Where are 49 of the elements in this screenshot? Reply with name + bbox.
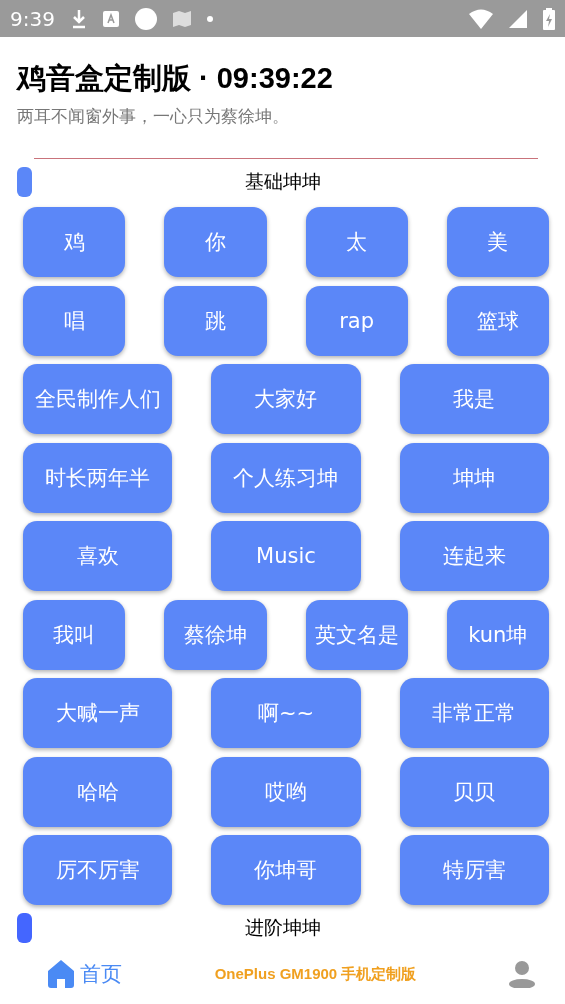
device-label: OnePlus GM1900 手机定制版 (213, 964, 418, 984)
home-icon (48, 960, 74, 988)
sound-button[interactable]: 个人练习坤 (211, 442, 361, 513)
sound-button[interactable]: 大喊一声 (23, 678, 173, 748)
sound-button[interactable]: Music (211, 521, 361, 591)
clock-text: · 09:39:22 (199, 62, 333, 95)
circle-icon (134, 7, 157, 30)
sound-button[interactable]: 哈哈 (23, 756, 173, 827)
sound-button[interactable]: 篮球 (446, 285, 549, 356)
person-icon (509, 960, 535, 988)
sound-button[interactable]: 鸡 (23, 207, 126, 277)
section-title: 进阶坤坤 (244, 915, 321, 940)
subtitle: 两耳不闻窗外事，一心只为蔡徐坤。 (17, 105, 290, 128)
app-title: 鸡音盒定制版 (17, 60, 191, 97)
sound-button[interactable]: 啊~~ (211, 678, 361, 748)
sound-button[interactable]: 太 (305, 207, 408, 277)
map-icon (172, 9, 191, 28)
download-icon (70, 8, 87, 29)
sound-button[interactable]: 喜欢 (23, 521, 173, 591)
sound-button[interactable]: 厉不厉害 (23, 835, 173, 905)
sound-button[interactable]: 唱 (23, 285, 126, 356)
sound-button[interactable]: 蔡徐坤 (164, 599, 267, 670)
dot-icon (206, 15, 213, 22)
sound-button[interactable]: 坤坤 (399, 442, 549, 513)
wifi-icon (469, 8, 493, 29)
home-tab[interactable]: 首页 (48, 960, 122, 988)
sound-button[interactable]: 时长两年半 (23, 442, 173, 513)
sound-button[interactable]: 贝贝 (399, 756, 549, 827)
sound-button[interactable]: 我是 (399, 364, 549, 434)
sound-button[interactable]: 我叫 (23, 599, 126, 670)
sound-button[interactable]: 大家好 (211, 364, 361, 434)
sound-button[interactable]: 英文名是 (305, 599, 408, 670)
profile-tab[interactable] (509, 960, 535, 988)
sound-button[interactable]: 连起来 (399, 521, 549, 591)
sound-button[interactable]: rap (305, 285, 408, 356)
sound-button[interactable]: 美 (446, 207, 549, 277)
sound-button[interactable]: 全民制作人们 (23, 364, 173, 434)
sound-button[interactable]: 你坤哥 (211, 835, 361, 905)
sound-button[interactable]: kun坤 (446, 599, 549, 670)
sound-button[interactable]: 你 (164, 207, 267, 277)
keyboard-icon (102, 10, 119, 27)
sound-button[interactable]: 特厉害 (399, 835, 549, 905)
section-title: 基础坤坤 (244, 169, 321, 194)
sound-button[interactable]: 哎哟 (211, 756, 361, 827)
status-time: 9:39 (10, 6, 55, 31)
battery-icon (543, 7, 555, 30)
sound-button[interactable]: 跳 (164, 285, 267, 356)
sound-button[interactable]: 非常正常 (399, 678, 549, 748)
signal-icon (509, 9, 527, 28)
